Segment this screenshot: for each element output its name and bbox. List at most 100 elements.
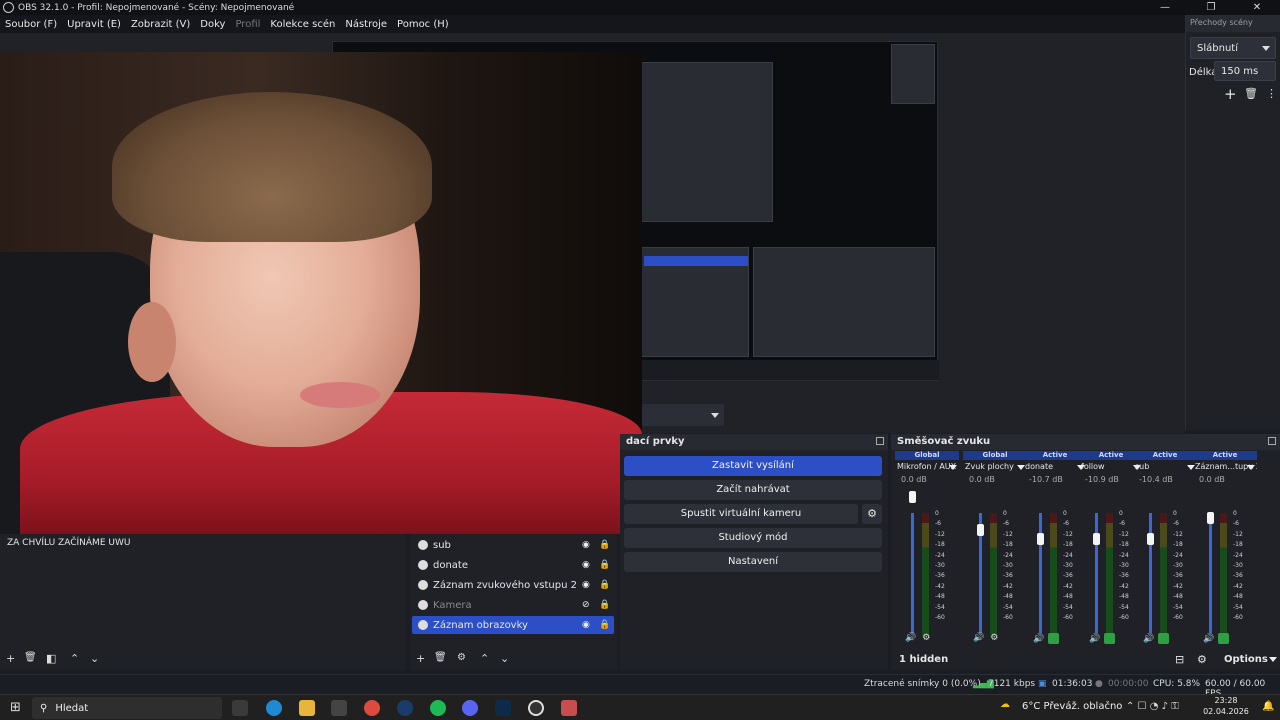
file-explorer-icon[interactable] [299, 700, 315, 716]
move-up-icon[interactable]: ⌃ [480, 652, 489, 665]
move-down-icon[interactable]: ⌄ [500, 652, 509, 665]
eye-icon[interactable]: ◉ [582, 580, 590, 590]
task-view-icon[interactable] [232, 700, 248, 716]
channel-name[interactable]: Mikrofon / AUX 2 [895, 460, 959, 474]
eye-off-icon[interactable]: ⊘ [582, 600, 590, 610]
source-item[interactable]: Záznam zvukového vstupu 2 ◉ 🔒 [412, 576, 614, 594]
speaker-icon[interactable]: 🔊 [1033, 634, 1044, 644]
hidden-count[interactable]: 1 hidden [899, 654, 948, 665]
volume-knob[interactable] [1093, 533, 1100, 545]
headphones-icon[interactable] [1048, 633, 1060, 644]
speaker-icon[interactable]: 🔊 [1143, 634, 1154, 644]
move-down-icon[interactable]: ⌄ [90, 652, 99, 665]
channel-name[interactable]: sub [1133, 460, 1197, 474]
undock-icon[interactable] [876, 437, 884, 445]
maximize-button[interactable]: ❐ [1188, 0, 1234, 15]
spotify-icon[interactable] [430, 700, 446, 716]
undock-icon[interactable] [1268, 437, 1276, 445]
settings-button[interactable]: Nastavení [624, 552, 882, 572]
speaker-icon[interactable]: 🔊 [1089, 634, 1100, 644]
eye-icon[interactable]: ◉ [582, 620, 590, 630]
chevron-down-icon[interactable] [1269, 657, 1277, 662]
duration-spinbox[interactable]: 150 ms [1214, 61, 1276, 81]
volume-track[interactable] [1095, 513, 1098, 633]
notification-icon[interactable]: 🔔 [1262, 701, 1274, 712]
steam-icon[interactable] [397, 700, 413, 716]
discord-icon[interactable] [462, 700, 478, 716]
menu-scene-collection[interactable]: Kolekce scén [265, 19, 340, 30]
obs-taskbar-icon[interactable] [528, 700, 544, 716]
channel-name[interactable]: donate [1023, 460, 1087, 474]
speaker-icon[interactable]: 🔊 [905, 633, 916, 643]
trash-icon[interactable]: 🗑 [24, 652, 37, 663]
stop-stream-button[interactable]: Zastavit vysílání [624, 456, 882, 476]
lock-icon[interactable]: 🔒 [599, 540, 610, 550]
volume-knob[interactable] [909, 491, 916, 503]
scene-selector[interactable] [642, 404, 724, 426]
trash-icon[interactable]: 🗑 [1244, 87, 1258, 100]
menu-help[interactable]: Pomoc (H) [392, 19, 454, 30]
gear-icon[interactable]: ⚙ [457, 652, 466, 663]
close-button[interactable]: ✕ [1234, 0, 1280, 15]
volume-knob[interactable] [1207, 512, 1214, 524]
menu-file[interactable]: Soubor (F) [0, 19, 62, 30]
channel-name[interactable]: Zvuk plochy [963, 460, 1027, 474]
more-vertical-icon[interactable]: ⋮ [1266, 87, 1277, 100]
speaker-icon[interactable]: 🔊 [973, 633, 984, 643]
headphones-icon[interactable] [1104, 633, 1116, 644]
eye-icon[interactable]: ◉ [582, 540, 590, 550]
channel-name[interactable]: Záznam...tupu 2 [1193, 460, 1257, 474]
lock-icon[interactable]: 🔒 [599, 580, 610, 590]
lock-icon[interactable]: 🔒 [599, 560, 610, 570]
source-item[interactable]: Záznam obrazovky ◉ 🔒 [412, 616, 614, 634]
menu-docks[interactable]: Doky [195, 19, 230, 30]
chrome-icon[interactable] [364, 700, 380, 716]
volume-track[interactable] [1039, 513, 1042, 633]
app-icon[interactable] [561, 700, 577, 716]
settings-icon[interactable]: ⚙ [922, 633, 930, 643]
tray-icons[interactable]: ⌃ ☐ ◔ ♪ ⚿ [1126, 701, 1179, 712]
studio-mode-button[interactable]: Studiový mód [624, 528, 882, 548]
minimize-button[interactable]: — [1142, 0, 1188, 15]
volume-track[interactable] [1209, 513, 1212, 633]
menu-view[interactable]: Zobrazit (V) [126, 19, 195, 30]
volume-knob[interactable] [1147, 533, 1154, 545]
transition-type-select[interactable]: Slábnutí [1190, 37, 1276, 59]
search-box[interactable]: ⚲ Hledat [32, 697, 222, 719]
filter-icon[interactable]: ◧ [46, 652, 56, 665]
weather-text[interactable]: 6°C Převáž. oblačno [1022, 701, 1122, 712]
lock-icon[interactable]: 🔒 [599, 620, 610, 630]
add-transition-icon[interactable]: + [1224, 85, 1237, 103]
gear-icon[interactable]: ⚙ [862, 504, 882, 524]
clock-date[interactable]: 02.04.2026 [1200, 707, 1252, 716]
source-item[interactable]: Kamera ⊘ 🔒 [412, 596, 614, 614]
scene-item[interactable]: ZA CHVÍLU ZAČÍNÁME UWU [7, 538, 130, 548]
lock-icon[interactable]: 🔒 [599, 600, 610, 610]
menu-profile[interactable]: Profil [230, 19, 265, 30]
add-source-icon[interactable]: + [416, 652, 425, 665]
windows-start-icon[interactable]: ⊞ [10, 700, 21, 715]
volume-knob[interactable] [977, 524, 984, 536]
volume-knob[interactable] [1037, 533, 1044, 545]
source-item[interactable]: sub ◉ 🔒 [412, 536, 614, 554]
eye-icon[interactable]: ◉ [582, 560, 590, 570]
settings-icon[interactable]: ⚙ [1197, 653, 1207, 666]
virtual-camera-button[interactable]: Spustit virtuální kameru [624, 504, 858, 524]
edge-icon[interactable] [266, 700, 282, 716]
volume-track[interactable] [911, 513, 914, 633]
settings-icon[interactable]: ⚙ [990, 633, 998, 643]
add-scene-icon[interactable]: + [6, 652, 15, 665]
photoshop-icon[interactable] [495, 700, 511, 716]
volume-track[interactable] [1149, 513, 1152, 633]
headphones-icon[interactable] [1158, 633, 1170, 644]
layout-icon[interactable]: ⊟ [1175, 653, 1184, 666]
start-recording-button[interactable]: Začít nahrávat [624, 480, 882, 500]
clock-time[interactable]: 23:28 [1206, 696, 1246, 705]
menu-edit[interactable]: Upravit (E) [62, 19, 126, 30]
store-icon[interactable] [331, 700, 347, 716]
move-up-icon[interactable]: ⌃ [70, 652, 79, 665]
source-item[interactable]: donate ◉ 🔒 [412, 556, 614, 574]
headphones-icon[interactable] [1218, 633, 1230, 644]
speaker-icon[interactable]: 🔊 [1203, 634, 1214, 644]
menu-tools[interactable]: Nástroje [340, 19, 392, 30]
